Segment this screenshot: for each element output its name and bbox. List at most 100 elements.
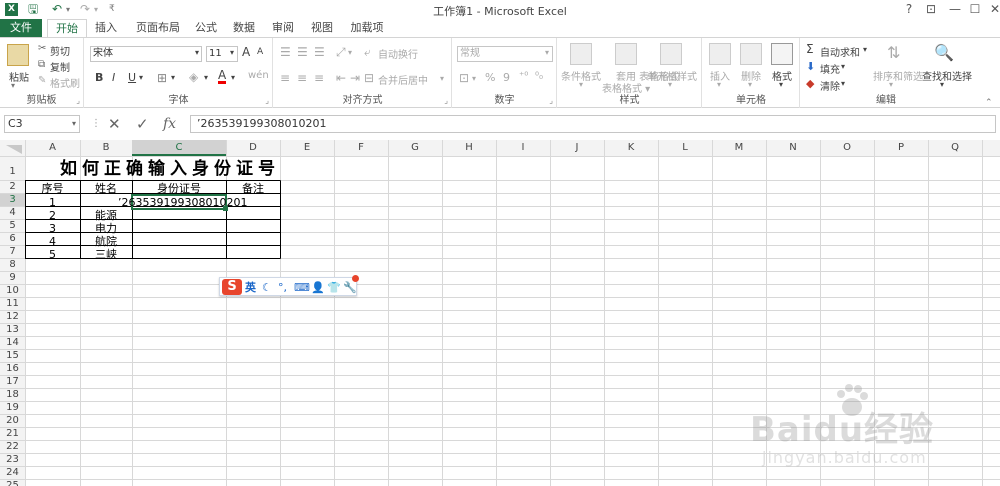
row-header-6[interactable]: 6 bbox=[0, 233, 25, 245]
column-header-n[interactable]: N bbox=[766, 140, 820, 156]
header-cell-index[interactable]: 序号 bbox=[25, 182, 80, 195]
table-cell-name[interactable]: 三峡 bbox=[80, 248, 132, 261]
cancel-entry-button[interactable]: ✕ bbox=[108, 115, 121, 133]
column-header-i[interactable]: I bbox=[496, 140, 550, 156]
column-header-q[interactable]: Q bbox=[928, 140, 982, 156]
column-header-p[interactable]: P bbox=[874, 140, 928, 156]
align-left-icon[interactable]: ≡ bbox=[280, 71, 290, 85]
column-header-j[interactable]: J bbox=[550, 140, 604, 156]
column-header-g[interactable]: G bbox=[388, 140, 442, 156]
merge-center-icon[interactable]: ⊟ bbox=[364, 71, 374, 85]
enter-entry-button[interactable]: ✓ bbox=[136, 115, 149, 133]
shrink-font-button[interactable]: A bbox=[257, 47, 263, 57]
format-painter-icon[interactable]: ✎ bbox=[38, 75, 46, 86]
comma-style-button[interactable]: 9 bbox=[503, 71, 510, 84]
column-header-k[interactable]: K bbox=[604, 140, 658, 156]
fill-button[interactable]: 填充 bbox=[820, 61, 840, 76]
wrap-text-icon[interactable]: ⤶ bbox=[364, 45, 371, 60]
row-header-19[interactable]: 19 bbox=[0, 402, 25, 414]
insert-cells-dropdown-icon[interactable]: ▾ bbox=[717, 80, 721, 89]
alignment-launcher-icon[interactable]: ⌟ bbox=[444, 96, 448, 105]
formula-input[interactable]: ’263539199308010201 bbox=[190, 115, 996, 133]
sort-filter-icon[interactable]: ⇅ bbox=[887, 43, 900, 62]
italic-button[interactable]: I bbox=[112, 71, 115, 84]
autosum-icon[interactable]: Σ bbox=[806, 42, 814, 56]
number-format-select[interactable]: 常规 bbox=[457, 46, 553, 62]
row-header-1[interactable]: 1 bbox=[0, 157, 25, 180]
tab-view[interactable]: 视图 bbox=[304, 19, 340, 37]
phonetic-icon[interactable]: wén bbox=[248, 70, 269, 81]
align-bottom-icon[interactable]: ☰ bbox=[314, 45, 325, 59]
merge-center-button[interactable]: 合并后居中 bbox=[378, 72, 428, 87]
borders-dropdown-icon[interactable]: ▾ bbox=[171, 73, 175, 82]
format-painter-button[interactable]: 格式刷 bbox=[50, 75, 80, 90]
underline-dropdown-icon[interactable]: ▾ bbox=[139, 73, 143, 82]
tab-data[interactable]: 数据 bbox=[226, 19, 262, 37]
column-header-l[interactable]: L bbox=[658, 140, 712, 156]
decrease-decimal-icon[interactable]: ⁰₀ bbox=[535, 71, 543, 82]
align-top-icon[interactable]: ☰ bbox=[280, 45, 291, 59]
font-name-dropdown-icon[interactable]: ▾ bbox=[195, 48, 199, 57]
wrap-text-button[interactable]: 自动换行 bbox=[378, 46, 418, 61]
font-color-dropdown-icon[interactable]: ▾ bbox=[231, 73, 235, 82]
minimize-button[interactable]: — bbox=[944, 1, 966, 18]
row-header-12[interactable]: 12 bbox=[0, 311, 25, 323]
table-cell-name[interactable]: 能源 bbox=[80, 209, 132, 222]
ime-punctuation-icon[interactable]: °, bbox=[278, 280, 287, 295]
header-cell-name[interactable]: 姓名 bbox=[80, 182, 132, 195]
tab-formulas[interactable]: 公式 bbox=[188, 19, 224, 37]
header-cell-id[interactable]: 身份证号 bbox=[132, 182, 226, 195]
currency-icon[interactable]: ⊡ bbox=[459, 71, 469, 85]
row-header-9[interactable]: 9 bbox=[0, 272, 25, 284]
borders-icon[interactable]: ⊞ bbox=[157, 71, 167, 85]
decrease-indent-icon[interactable]: ⇤ bbox=[336, 71, 346, 85]
find-select-button[interactable]: 查找和选择 bbox=[922, 68, 972, 83]
tab-home[interactable]: 开始 bbox=[47, 19, 87, 38]
autosum-dropdown-icon[interactable]: ▾ bbox=[863, 45, 867, 54]
ime-mode-toggle[interactable]: 英 bbox=[245, 280, 256, 295]
underline-button[interactable]: U bbox=[128, 71, 136, 84]
column-header-c[interactable]: C bbox=[132, 140, 226, 156]
tab-review[interactable]: 审阅 bbox=[265, 19, 301, 37]
column-header-f[interactable]: F bbox=[334, 140, 388, 156]
row-header-18[interactable]: 18 bbox=[0, 389, 25, 401]
row-header-15[interactable]: 15 bbox=[0, 350, 25, 362]
tab-addins[interactable]: 加载项 bbox=[343, 19, 391, 37]
copy-icon[interactable]: ⧉ bbox=[38, 59, 45, 70]
row-header-3[interactable]: 3 bbox=[0, 194, 25, 206]
table-cell-index[interactable]: 3 bbox=[25, 222, 80, 235]
percent-button[interactable]: % bbox=[485, 71, 495, 84]
column-header-h[interactable]: H bbox=[442, 140, 496, 156]
insert-function-button[interactable]: fx bbox=[163, 115, 176, 133]
row-header-7[interactable]: 7 bbox=[0, 246, 25, 258]
row-header-16[interactable]: 16 bbox=[0, 363, 25, 375]
ime-settings-icon[interactable]: 🔧 bbox=[343, 280, 357, 295]
tab-insert[interactable]: 插入 bbox=[88, 19, 124, 37]
align-right-icon[interactable]: ≡ bbox=[314, 71, 324, 85]
row-header-8[interactable]: 8 bbox=[0, 259, 25, 271]
row-header-4[interactable]: 4 bbox=[0, 207, 25, 219]
row-header-5[interactable]: 5 bbox=[0, 220, 25, 232]
ime-logo-icon[interactable]: S bbox=[222, 279, 242, 295]
merge-dropdown-icon[interactable]: ▾ bbox=[440, 74, 444, 83]
ribbon-display-button[interactable]: ⊡ bbox=[920, 1, 942, 18]
format-as-table-icon[interactable] bbox=[615, 43, 637, 65]
conditional-format-dropdown-icon[interactable]: ▾ bbox=[579, 80, 583, 89]
align-middle-icon[interactable]: ☰ bbox=[297, 45, 308, 59]
column-header-m[interactable]: M bbox=[712, 140, 766, 156]
font-name-select[interactable]: 宋体 bbox=[90, 46, 202, 62]
align-center-icon[interactable]: ≡ bbox=[297, 71, 307, 85]
delete-cells-icon[interactable] bbox=[740, 43, 762, 65]
table-cell-index[interactable]: 2 bbox=[25, 209, 80, 222]
clipboard-launcher-icon[interactable]: ⌟ bbox=[76, 96, 80, 105]
cell-styles-icon[interactable] bbox=[660, 43, 682, 65]
format-cells-icon[interactable] bbox=[771, 43, 793, 65]
column-header-a[interactable]: A bbox=[25, 140, 80, 156]
row-header-2[interactable]: 2 bbox=[0, 181, 25, 193]
format-cells-dropdown-icon[interactable]: ▾ bbox=[779, 80, 783, 89]
number-launcher-icon[interactable]: ⌟ bbox=[549, 96, 553, 105]
tab-file[interactable]: 文件 bbox=[0, 19, 42, 37]
autosum-button[interactable]: 自动求和 bbox=[820, 44, 860, 59]
maximize-button[interactable]: ☐ bbox=[964, 1, 986, 18]
row-header-13[interactable]: 13 bbox=[0, 324, 25, 336]
